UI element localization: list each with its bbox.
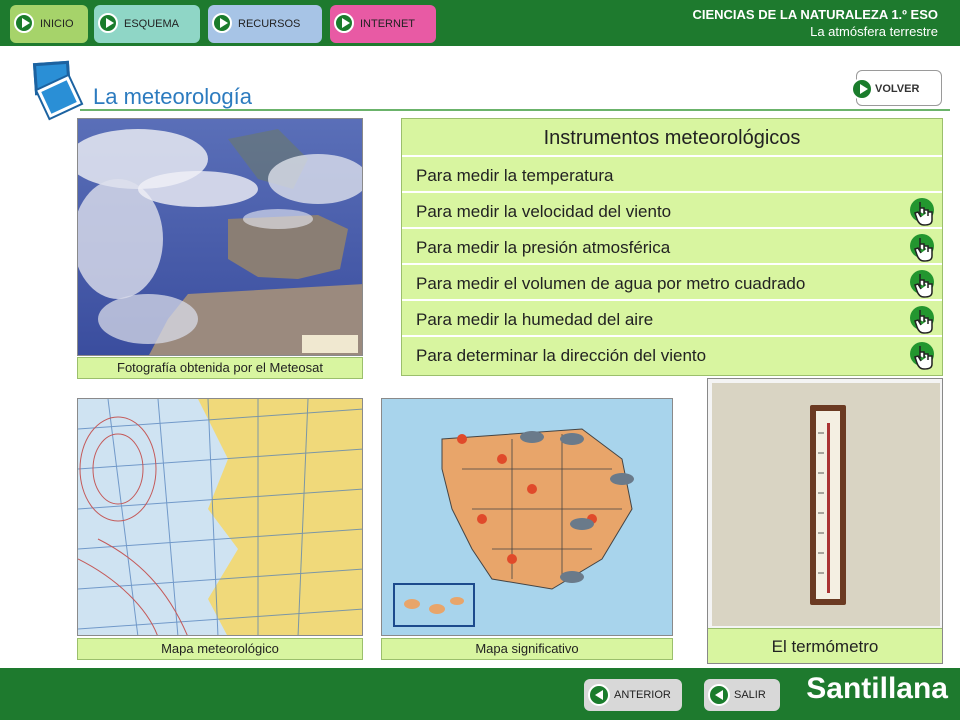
- back-arrow-icon: [708, 684, 730, 706]
- publisher-logo: Santillana: [806, 672, 948, 705]
- instrument-row-wind-direction[interactable]: Para determinar la dirección del viento: [402, 339, 942, 373]
- page-title: La meteorología: [93, 84, 252, 109]
- significant-map-caption: Mapa significativo: [381, 638, 673, 660]
- thermometer-caption: El termómetro: [708, 628, 942, 663]
- previous-label: ANTERIOR: [614, 689, 671, 701]
- meteosat-caption: Fotografía obtenida por el Meteosat: [77, 357, 363, 379]
- instrument-label: Para medir el volumen de agua por metro …: [416, 274, 806, 293]
- unit-name: La atmósfera terrestre: [810, 24, 938, 39]
- instruments-heading: Instrumentos meteorológicos: [402, 119, 942, 157]
- previous-button[interactable]: ANTERIOR: [584, 679, 682, 711]
- nav-inicio-button[interactable]: INICIO: [10, 5, 88, 43]
- title-divider: [80, 109, 950, 111]
- course-name: CIENCIAS DE LA NATURALEZA 1.º ESO: [692, 7, 938, 22]
- pointer-hand-icon[interactable]: [910, 270, 938, 298]
- pointer-hand-icon[interactable]: [910, 342, 938, 370]
- instrument-label: Para medir la velocidad del viento: [416, 202, 672, 221]
- back-label: VOLVER: [875, 83, 920, 95]
- play-icon: [334, 13, 354, 33]
- pointer-hand-icon[interactable]: [910, 306, 938, 334]
- meteosat-image: [77, 118, 363, 356]
- instrument-label: Para determinar la dirección del viento: [416, 346, 707, 365]
- play-icon: [14, 13, 34, 33]
- thermometer-image: [712, 383, 940, 626]
- nav-esquema-button[interactable]: ESQUEMA: [94, 5, 200, 43]
- play-icon: [98, 13, 118, 33]
- top-bar: INICIO ESQUEMA RECURSOS INTERNET CIENCIA…: [0, 0, 960, 46]
- exit-label: SALIR: [734, 689, 766, 701]
- instrument-label: Para medir la temperatura: [416, 166, 614, 185]
- nav-label: INICIO: [40, 18, 74, 30]
- instruments-panel: Instrumentos meteorológicos Para medir l…: [401, 118, 943, 376]
- instrument-row-rainfall[interactable]: Para medir el volumen de agua por metro …: [402, 267, 942, 301]
- exit-button[interactable]: SALIR: [704, 679, 780, 711]
- instrument-row-humidity[interactable]: Para medir la humedad del aire: [402, 303, 942, 337]
- play-icon: [851, 78, 873, 100]
- pointer-hand-icon[interactable]: [910, 198, 938, 226]
- nav-label: RECURSOS: [238, 18, 301, 30]
- instrument-label: Para medir la presión atmosférica: [416, 238, 671, 257]
- nav-label: INTERNET: [360, 18, 415, 30]
- weather-map-caption: Mapa meteorológico: [77, 638, 363, 660]
- instrument-label: Para medir la humedad del aire: [416, 310, 654, 329]
- back-arrow-icon: [588, 684, 610, 706]
- back-button[interactable]: VOLVER: [851, 70, 942, 106]
- instrument-row-pressure[interactable]: Para medir la presión atmosférica: [402, 231, 942, 265]
- pointer-hand-icon[interactable]: [910, 234, 938, 262]
- play-icon: [212, 13, 232, 33]
- nav-label: ESQUEMA: [124, 18, 180, 30]
- weather-map-image: [77, 398, 363, 636]
- nav-recursos-button[interactable]: RECURSOS: [208, 5, 322, 43]
- instrument-row-temperature: Para medir la temperatura: [402, 159, 942, 193]
- significant-map-image: [381, 398, 673, 636]
- nav-internet-button[interactable]: INTERNET: [330, 5, 436, 43]
- instrument-row-wind-speed[interactable]: Para medir la velocidad del viento: [402, 195, 942, 229]
- section-icon: [32, 60, 82, 122]
- course-title: CIENCIAS DE LA NATURALEZA 1.º ESO La atm…: [692, 7, 938, 39]
- thermometer-panel: El termómetro: [707, 378, 943, 664]
